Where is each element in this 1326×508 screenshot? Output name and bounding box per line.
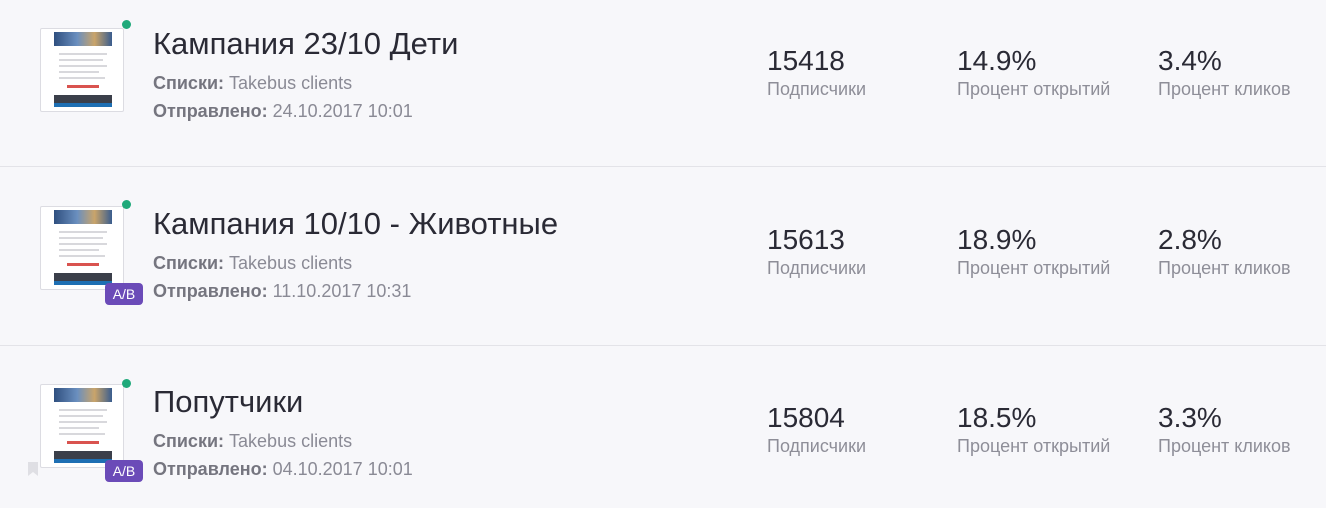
stat-open-rate-value: 14.9% [957,45,1037,76]
stat-click-rate-value: 3.3% [1158,402,1222,433]
campaign-sent: Отправлено: 24.10.2017 10:01 [153,101,413,122]
stat-subscribers-value: 15418 [767,45,845,76]
stat-open-rate: 14.9% Процент открытий [957,46,1110,100]
stat-open-rate: 18.9% Процент открытий [957,225,1110,279]
stat-subscribers: 15418 Подписчики [767,46,866,100]
stat-click-rate: 3.3% Процент кликов [1158,403,1291,457]
stat-open-rate-label: Процент открытий [957,436,1111,456]
campaign-lists: Списки: Takebus clients [153,73,352,94]
stat-open-rate-value: 18.5% [957,402,1037,433]
lists-value: Takebus clients [229,253,353,273]
stat-subscribers: 15613 Подписчики [767,225,866,279]
ab-test-badge: A/B [105,460,143,482]
sent-key: Отправлено: [153,101,268,121]
stat-open-rate-label: Процент открытий [957,79,1111,99]
stat-click-rate-value: 2.8% [1158,224,1222,255]
stat-subscribers-label: Подписчики [767,436,867,456]
campaign-title[interactable]: Кампания 23/10 Дети [153,26,458,62]
campaign-list: Кампания 23/10 Дети Списки: Takebus clie… [0,0,1326,508]
stat-subscribers-label: Подписчики [767,79,867,99]
stat-click-rate: 3.4% Процент кликов [1158,46,1291,100]
campaign-title[interactable]: Кампания 10/10 - Животные [153,206,558,242]
sent-value: 24.10.2017 10:01 [272,101,413,121]
bookmark-icon[interactable] [26,462,40,476]
campaign-title[interactable]: Попутчики [153,384,303,420]
stat-subscribers-value: 15613 [767,224,845,255]
sent-key: Отправлено: [153,459,268,479]
ab-test-badge: A/B [105,283,143,305]
lists-key: Списки: [153,253,225,273]
lists-value: Takebus clients [229,73,353,93]
lists-key: Списки: [153,73,225,93]
campaign-lists: Списки: Takebus clients [153,431,352,452]
campaign-row[interactable]: A/B Кампания 10/10 - Животные Списки: Ta… [0,167,1326,346]
stat-subscribers-value: 15804 [767,402,845,433]
status-dot-icon [122,379,131,388]
stat-click-rate-value: 3.4% [1158,45,1222,76]
stat-click-rate-label: Процент кликов [1158,79,1291,99]
status-dot-icon [122,200,131,209]
campaign-row[interactable]: Кампания 23/10 Дети Списки: Takebus clie… [0,0,1326,167]
status-dot-icon [122,20,131,29]
stat-open-rate-label: Процент открытий [957,258,1111,278]
stat-subscribers: 15804 Подписчики [767,403,866,457]
sent-value: 11.10.2017 10:31 [272,281,412,301]
campaign-lists: Списки: Takebus clients [153,253,352,274]
campaign-row[interactable]: A/B Попутчики Списки: Takebus clients От… [0,346,1326,508]
campaign-sent: Отправлено: 04.10.2017 10:01 [153,459,413,480]
stat-click-rate-label: Процент кликов [1158,258,1291,278]
sent-key: Отправлено: [153,281,268,301]
sent-value: 04.10.2017 10:01 [272,459,413,479]
campaign-thumbnail[interactable] [40,206,124,290]
stat-subscribers-label: Подписчики [767,258,867,278]
stat-click-rate-label: Процент кликов [1158,436,1291,456]
lists-value: Takebus clients [229,431,353,451]
stat-click-rate: 2.8% Процент кликов [1158,225,1291,279]
campaign-thumbnail[interactable] [40,28,124,112]
lists-key: Списки: [153,431,225,451]
stat-open-rate: 18.5% Процент открытий [957,403,1110,457]
campaign-thumbnail[interactable] [40,384,124,468]
campaign-sent: Отправлено: 11.10.2017 10:31 [153,281,411,302]
stat-open-rate-value: 18.9% [957,224,1037,255]
